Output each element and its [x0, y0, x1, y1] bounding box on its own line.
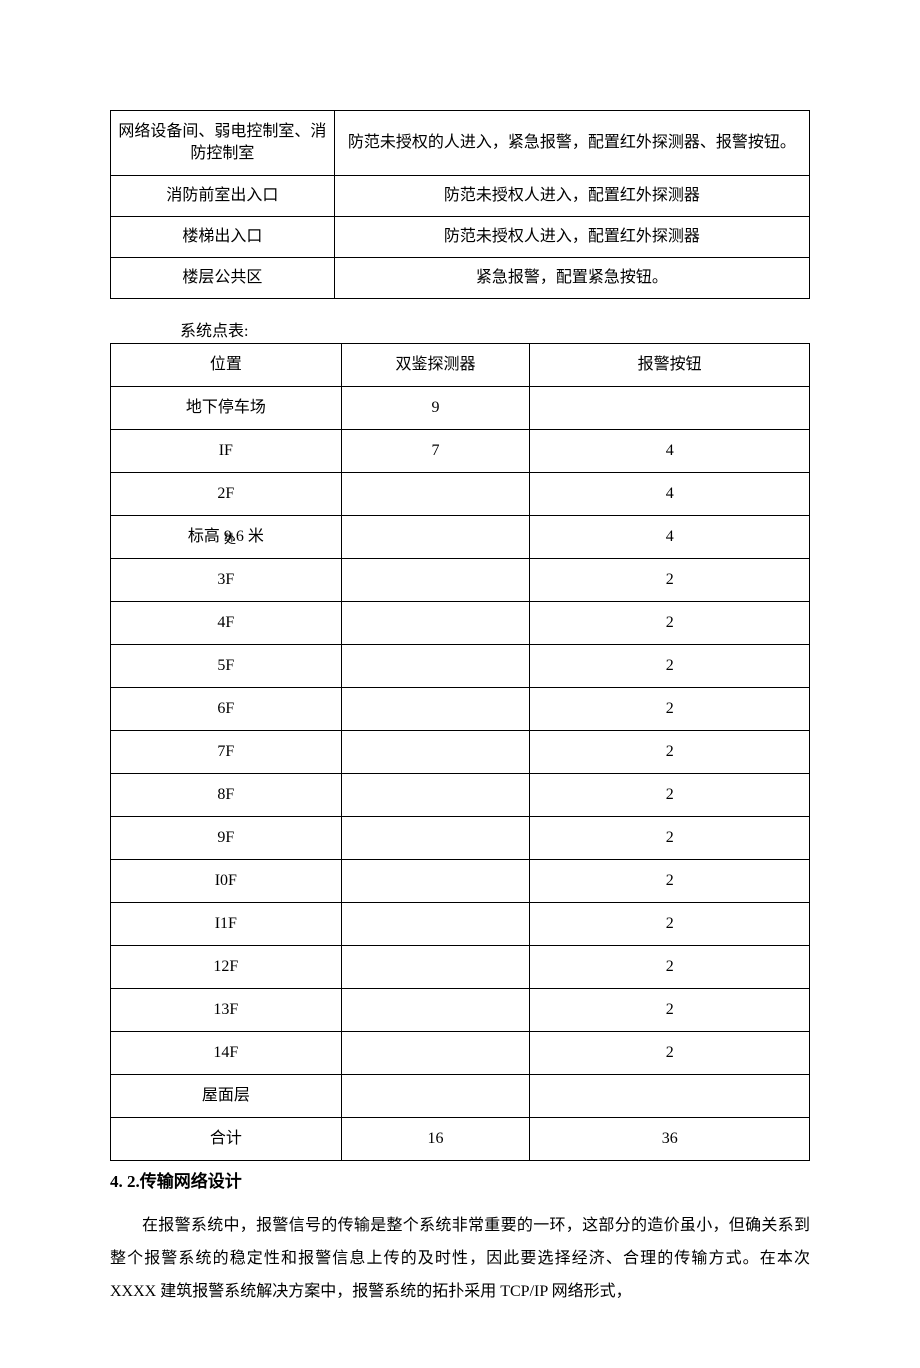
table-header-row: 位置 双鉴探测器 报警按钮 — [111, 344, 810, 387]
heading-number: 4. 2. — [110, 1172, 140, 1191]
cell: 7 — [341, 430, 530, 473]
cell: 网络设备间、弱电控制室、消防控制室 — [111, 111, 335, 176]
heading-text: 传输网络设计 — [140, 1172, 242, 1191]
cell: 3F — [111, 559, 342, 602]
cell — [341, 817, 530, 860]
cell: 屋面层 — [111, 1075, 342, 1118]
cell: 2 — [530, 903, 810, 946]
cell: 12F — [111, 946, 342, 989]
cell: 8F — [111, 774, 342, 817]
table-row: 屋面层 — [111, 1075, 810, 1118]
col-header: 报警按钮 — [530, 344, 810, 387]
table-row: 4F 2 — [111, 602, 810, 645]
table-row: 14F 2 — [111, 1032, 810, 1075]
cell: 2 — [530, 817, 810, 860]
table-row: 9F 2 — [111, 817, 810, 860]
cell: 2F — [111, 473, 342, 516]
table-row: 8F 2 — [111, 774, 810, 817]
cell: 9 — [341, 387, 530, 430]
table-row: I0F 2 — [111, 860, 810, 903]
cell: I1F — [111, 903, 342, 946]
cell — [341, 688, 530, 731]
table-row: 地下停车场9 — [111, 387, 810, 430]
cell: 防范未授权的人进入，紧急报警，配置红外探测器、报警按钮。 — [334, 111, 809, 176]
cell — [341, 559, 530, 602]
col-header: 位置 — [111, 344, 342, 387]
table-row: 标高 9.6 米4 — [111, 516, 810, 559]
cell: 4 — [530, 516, 810, 559]
cell — [341, 989, 530, 1032]
cell: I0F — [111, 860, 342, 903]
cell: 9F — [111, 817, 342, 860]
cell: 14F — [111, 1032, 342, 1075]
table-row: 7F 2 — [111, 731, 810, 774]
cell — [530, 387, 810, 430]
col-header: 双鉴探测器 — [341, 344, 530, 387]
table-row: 楼梯出入口 防范未授权人进入，配置红外探测器 — [111, 217, 810, 258]
cell — [341, 1075, 530, 1118]
cell: 4 — [530, 473, 810, 516]
cell — [341, 903, 530, 946]
cell: 4F — [111, 602, 342, 645]
cell: 2 — [530, 645, 810, 688]
cell: 合计 — [111, 1118, 342, 1161]
cell: 7F — [111, 731, 342, 774]
table-row: 3F 2 — [111, 559, 810, 602]
cell: 5F — [111, 645, 342, 688]
table-row: 网络设备间、弱电控制室、消防控制室 防范未授权的人进入，紧急报警，配置红外探测器… — [111, 111, 810, 176]
table-row: 楼层公共区 紧急报警，配置紧急按钮。 — [111, 258, 810, 299]
cell: 楼梯出入口 — [111, 217, 335, 258]
table-config: 网络设备间、弱电控制室、消防控制室 防范未授权的人进入，紧急报警，配置红外探测器… — [110, 110, 810, 299]
cell: IF — [111, 430, 342, 473]
cell: 2 — [530, 860, 810, 903]
cell: 6F — [111, 688, 342, 731]
cell — [341, 602, 530, 645]
table-row: 消防前室出入口 防范未授权人进入，配置红外探测器 — [111, 176, 810, 217]
table-points: 位置 双鉴探测器 报警按钮 地下停车场9 IF74 2F4 标高 9.6 米4 … — [110, 343, 810, 1161]
cell: 楼层公共区 — [111, 258, 335, 299]
table-row: 5F 2 — [111, 645, 810, 688]
cell: 4 — [530, 430, 810, 473]
cell: 紧急报警，配置紧急按钮。 — [334, 258, 809, 299]
cell — [341, 860, 530, 903]
table-row: 13F 2 — [111, 989, 810, 1032]
table-row: 2F 4 — [111, 473, 810, 516]
cell — [341, 473, 530, 516]
cell: 2 — [530, 774, 810, 817]
table-row: 12F 2 — [111, 946, 810, 989]
cell — [530, 1075, 810, 1118]
cell — [341, 1032, 530, 1075]
cell: 2 — [530, 989, 810, 1032]
cell-annotation: 处 — [224, 533, 236, 545]
cell: 2 — [530, 688, 810, 731]
table-points-wrap: 位置 双鉴探测器 报警按钮 地下停车场9 IF74 2F4 标高 9.6 米4 … — [110, 343, 810, 1161]
table-row: IF74 — [111, 430, 810, 473]
cell: 2 — [530, 1032, 810, 1075]
table-row: 合计1636 — [111, 1118, 810, 1161]
cell — [341, 731, 530, 774]
cell — [341, 946, 530, 989]
cell: 36 — [530, 1118, 810, 1161]
table-row: 6F 2 — [111, 688, 810, 731]
cell — [341, 516, 530, 559]
cell: 13F — [111, 989, 342, 1032]
cell: 地下停车场 — [111, 387, 342, 430]
table-row: I1F 2 — [111, 903, 810, 946]
cell: 2 — [530, 946, 810, 989]
cell: 防范未授权人进入，配置红外探测器 — [334, 176, 809, 217]
cell: 防范未授权人进入，配置红外探测器 — [334, 217, 809, 258]
page: 网络设备间、弱电控制室、消防控制室 防范未授权的人进入，紧急报警，配置红外探测器… — [0, 0, 920, 1368]
cell: 2 — [530, 731, 810, 774]
cell: 消防前室出入口 — [111, 176, 335, 217]
cell: 2 — [530, 602, 810, 645]
cell — [341, 774, 530, 817]
table-caption: 系统点表: — [180, 317, 810, 341]
cell: 2 — [530, 559, 810, 602]
section-heading: 4. 2.传输网络设计 — [110, 1167, 810, 1192]
cell — [341, 645, 530, 688]
cell: 16 — [341, 1118, 530, 1161]
body-paragraph: 在报警系统中，报警信号的传输是整个系统非常重要的一环，这部分的造价虽小，但确关系… — [110, 1210, 810, 1308]
